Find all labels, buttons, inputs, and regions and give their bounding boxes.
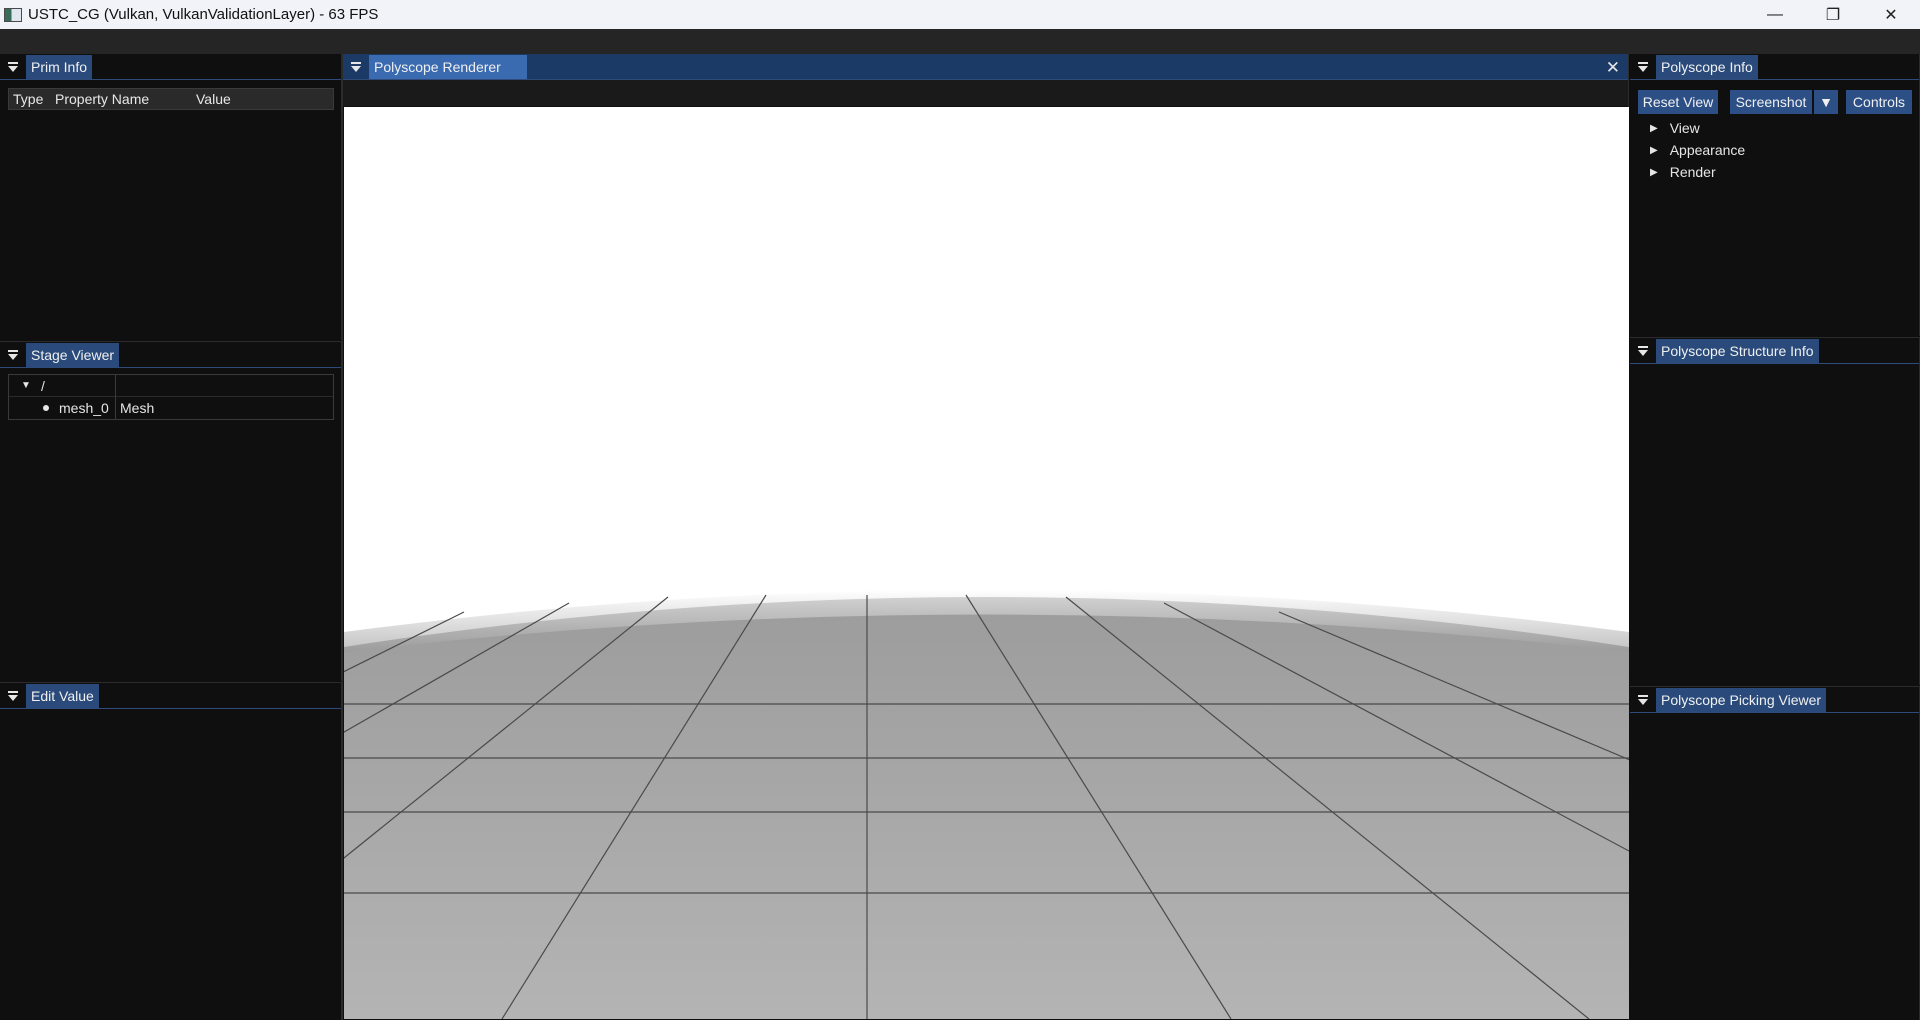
- expand-arrow-icon: ▶: [1650, 122, 1658, 134]
- render-viewport[interactable]: [344, 107, 1629, 1019]
- screenshot-dropdown-button[interactable]: ▼: [1814, 90, 1838, 114]
- edit-value-panel: Edit Value: [0, 682, 342, 1020]
- tab-prim-info[interactable]: Prim Info: [26, 54, 93, 79]
- renderer-toolbar: [343, 80, 1628, 106]
- section-appearance[interactable]: ▶ Appearance: [1650, 142, 1745, 158]
- window-titlebar: USTC_CG (Vulkan, VulkanValidationLayer) …: [0, 0, 1920, 29]
- menu-bar: [0, 29, 1920, 54]
- collapse-triangle-icon[interactable]: [343, 54, 369, 80]
- app-icon: [4, 7, 22, 22]
- collapse-triangle-icon[interactable]: [0, 683, 26, 709]
- collapse-triangle-icon[interactable]: [0, 54, 26, 80]
- expand-arrow-icon: ▶: [1650, 144, 1658, 156]
- tree-node-label: /: [41, 377, 45, 394]
- tab-polyscope-structure-info[interactable]: Polyscope Structure Info: [1656, 338, 1819, 363]
- controls-button[interactable]: Controls: [1846, 90, 1912, 114]
- tab-polyscope-picking-viewer[interactable]: Polyscope Picking Viewer: [1656, 687, 1827, 712]
- tree-row-mesh[interactable]: mesh_0 Mesh: [9, 397, 333, 419]
- window-title: USTC_CG (Vulkan, VulkanValidationLayer) …: [28, 6, 379, 23]
- ground-plane: [344, 589, 1629, 1019]
- tree-node-type: Mesh: [120, 400, 155, 416]
- tab-edit-value[interactable]: Edit Value: [26, 683, 99, 708]
- screenshot-button[interactable]: Screenshot: [1730, 90, 1812, 114]
- close-window-button[interactable]: ✕: [1862, 0, 1920, 29]
- tree-row-root[interactable]: ▼ /: [9, 375, 333, 397]
- tab-polyscope-renderer[interactable]: Polyscope Renderer: [369, 54, 527, 79]
- maximize-button[interactable]: ❐: [1804, 0, 1862, 29]
- collapse-triangle-icon[interactable]: [0, 342, 26, 368]
- polyscope-info-panel: Polyscope Info Reset View Screenshot ▼ C…: [1630, 54, 1920, 336]
- polyscope-structure-info-panel: Polyscope Structure Info: [1630, 337, 1920, 685]
- expand-arrow-icon[interactable]: ▼: [21, 380, 31, 391]
- section-view[interactable]: ▶ View: [1650, 120, 1700, 136]
- reset-view-button[interactable]: Reset View: [1638, 90, 1718, 114]
- collapse-triangle-icon[interactable]: [1630, 54, 1656, 80]
- stage-viewer-panel: Stage Viewer ▼ / mesh_0 Mesh: [0, 341, 342, 681]
- column-header-value[interactable]: Value: [196, 91, 231, 107]
- stage-tree: ▼ / mesh_0 Mesh: [8, 374, 334, 420]
- close-icon[interactable]: ✕: [1606, 58, 1620, 78]
- bullet-icon: [43, 405, 49, 411]
- section-render[interactable]: ▶ Render: [1650, 164, 1716, 180]
- polyscope-picking-viewer-panel: Polyscope Picking Viewer: [1630, 686, 1920, 1020]
- expand-arrow-icon: ▶: [1650, 166, 1658, 178]
- tab-polyscope-info[interactable]: Polyscope Info: [1656, 54, 1758, 79]
- column-header-property-name[interactable]: Property Name: [55, 91, 149, 107]
- prim-info-table-header: Type Property Name Value: [8, 88, 334, 110]
- collapse-triangle-icon[interactable]: [1630, 687, 1656, 713]
- minimize-button[interactable]: —: [1746, 0, 1804, 29]
- tab-stage-viewer[interactable]: Stage Viewer: [26, 342, 120, 367]
- prim-info-panel: Prim Info Type Property Name Value: [0, 54, 342, 340]
- tree-node-label: mesh_0: [59, 400, 109, 416]
- polyscope-renderer-panel: Polyscope Renderer ✕: [342, 54, 1629, 1020]
- collapse-triangle-icon[interactable]: [1630, 338, 1656, 364]
- column-header-type[interactable]: Type: [13, 91, 43, 107]
